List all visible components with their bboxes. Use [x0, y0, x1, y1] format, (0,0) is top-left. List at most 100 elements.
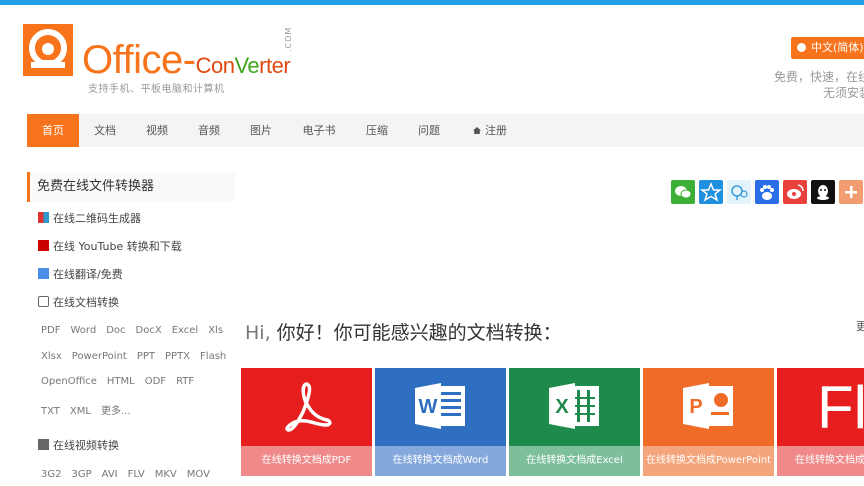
- format-link-powerpoint[interactable]: PowerPoint: [72, 351, 127, 362]
- format-link-rtf[interactable]: RTF: [176, 376, 194, 387]
- doc-formats-row-2: Xlsx PowerPoint PPT PPTX Flash: [41, 351, 236, 362]
- doc-formats-row-3: OpenOffice HTML ODF RTF: [41, 376, 204, 387]
- doc-formats-row-4: TXT XML 更多...: [41, 402, 141, 417]
- convert-to-word-card[interactable]: W 在线转换文档成Word: [375, 368, 506, 476]
- format-link-word[interactable]: Word: [70, 325, 96, 336]
- powerpoint-icon: P: [683, 383, 733, 429]
- svg-text:Fl: Fl: [817, 378, 864, 434]
- sidebar-item-label: 在线视频转换: [53, 439, 119, 452]
- nav-faq[interactable]: 问题: [413, 114, 445, 147]
- format-link-xml[interactable]: XML: [70, 406, 91, 417]
- nav-audio[interactable]: 音频: [193, 114, 225, 147]
- top-accent-bar: [0, 0, 864, 5]
- format-link-odf[interactable]: ODF: [145, 376, 166, 387]
- pengyou-icon[interactable]: [727, 180, 751, 204]
- format-link-xls[interactable]: Xls: [208, 325, 223, 336]
- video-icon: [38, 439, 49, 450]
- flash-icon: Fl: [817, 378, 864, 434]
- tagline-no-install: 无须安装: [823, 86, 864, 100]
- plus-icon[interactable]: [839, 180, 863, 204]
- logo-subtitle: 支持手机、平板电脑和计算机: [88, 84, 225, 95]
- greeting-heading: Hi, 你好！你可能感兴趣的文档转换：: [245, 318, 562, 345]
- format-link-ppt[interactable]: PPT: [137, 351, 155, 362]
- format-link-openoffice[interactable]: OpenOffice: [41, 376, 97, 387]
- format-link-excel[interactable]: Excel: [172, 325, 199, 336]
- star-icon[interactable]: [699, 180, 723, 204]
- format-link-3g2[interactable]: 3G2: [41, 469, 61, 480]
- document-icon: [38, 296, 49, 307]
- format-link-mkv[interactable]: MKV: [155, 469, 177, 480]
- nav-compress[interactable]: 压缩: [361, 114, 393, 147]
- main-nav: 首页 文档 视频 音频 图片 电子书 压缩 问题 注册: [27, 114, 864, 147]
- format-link-xlsx[interactable]: Xlsx: [41, 351, 62, 362]
- logo-word-ve: Ve: [234, 53, 260, 78]
- home-small-icon: [473, 127, 481, 134]
- format-link-flash[interactable]: Flash: [200, 351, 226, 362]
- format-link-doc[interactable]: Doc: [106, 325, 125, 336]
- logo-word-rter: rter: [259, 53, 291, 78]
- language-label: 中文(简体): [811, 41, 864, 54]
- sidebar-item-translate[interactable]: 在线翻译/免费: [38, 266, 123, 282]
- format-link-flv[interactable]: FLV: [128, 469, 145, 480]
- nav-register-label: 注册: [485, 124, 507, 137]
- logo-word-office: Office-: [82, 38, 196, 82]
- nav-register[interactable]: 注册: [467, 114, 513, 147]
- convert-to-powerpoint-card[interactable]: P 在线转换文档成PowerPoint: [643, 368, 774, 476]
- video-formats-row: 3G2 3GP AVI FLV MKV MOV: [41, 469, 220, 480]
- nav-documents[interactable]: 文档: [89, 114, 121, 147]
- greeting-text: 你好！你可能感兴趣的文档转换：: [270, 322, 562, 344]
- sidebar-item-label: 在线 YouTube 转换和下载: [53, 240, 182, 253]
- sidebar-title: 免费在线文件转换器: [27, 172, 235, 202]
- nav-images[interactable]: 图片: [245, 114, 277, 147]
- format-link-avi[interactable]: AVI: [102, 469, 118, 480]
- format-link-mov[interactable]: MOV: [187, 469, 210, 480]
- card-caption: 在线转换文档成PDF: [241, 446, 372, 476]
- sidebar-item-document[interactable]: 在线文档转换: [38, 294, 119, 310]
- nav-ebooks[interactable]: 电子书: [299, 114, 339, 147]
- wechat-icon[interactable]: [671, 180, 695, 204]
- word-icon: W: [415, 383, 465, 429]
- sidebar-item-qr[interactable]: 在线二维码生成器: [38, 210, 141, 226]
- nav-video[interactable]: 视频: [141, 114, 173, 147]
- sidebar-item-label: 在线二维码生成器: [53, 212, 141, 225]
- more-link[interactable]: 更: [856, 318, 864, 334]
- convert-to-excel-card[interactable]: X 在线转换文档成Excel: [509, 368, 640, 476]
- pdf-icon: [285, 382, 332, 432]
- card-caption: 在线转换文档成Excel: [509, 446, 640, 476]
- qq-icon[interactable]: [811, 180, 835, 204]
- qr-icon: [38, 212, 49, 223]
- excel-icon: X: [549, 383, 599, 429]
- youtube-icon: [38, 240, 49, 251]
- language-select-button[interactable]: 中文(简体) ▾: [791, 37, 864, 59]
- format-link-html[interactable]: HTML: [107, 376, 135, 387]
- greeting-hi: Hi,: [245, 322, 271, 344]
- weibo-icon[interactable]: [783, 180, 807, 204]
- convert-to-pdf-card[interactable]: 在线转换文档成PDF: [241, 368, 372, 476]
- format-link-docx[interactable]: DocX: [136, 325, 162, 336]
- logo-com-label: .COM: [284, 26, 293, 52]
- logo-icon[interactable]: [23, 24, 73, 76]
- sidebar-item-label: 在线文档转换: [53, 296, 119, 309]
- convert-to-flash-card[interactable]: Fl 在线转换文档成: [777, 368, 864, 476]
- card-caption: 在线转换文档成Word: [375, 446, 506, 476]
- card-caption: 在线转换文档成PowerPoint: [643, 446, 774, 476]
- sidebar-item-label: 在线翻译/免费: [53, 268, 123, 281]
- tagline-free-fast: 免费，快速，在线: [774, 70, 864, 84]
- sidebar-item-youtube[interactable]: 在线 YouTube 转换和下载: [38, 238, 182, 254]
- format-link-pptx[interactable]: PPTX: [165, 351, 190, 362]
- format-link-more[interactable]: 更多...: [101, 406, 131, 417]
- logo-word-con: Con: [195, 53, 235, 78]
- doc-formats-row-1: PDF Word Doc DocX Excel Xls: [41, 325, 233, 336]
- sidebar-item-video[interactable]: 在线视频转换: [38, 437, 119, 453]
- svg-text:X: X: [555, 396, 569, 418]
- globe-icon: [797, 43, 806, 52]
- format-link-pdf[interactable]: PDF: [41, 325, 60, 336]
- format-link-txt[interactable]: TXT: [41, 406, 60, 417]
- baidu-icon[interactable]: [755, 180, 779, 204]
- nav-home[interactable]: 首页: [27, 114, 79, 147]
- format-link-3gp[interactable]: 3GP: [71, 469, 91, 480]
- svg-text:W: W: [419, 396, 438, 418]
- translate-icon: [38, 268, 49, 279]
- card-caption: 在线转换文档成: [777, 446, 864, 476]
- svg-text:P: P: [689, 396, 702, 418]
